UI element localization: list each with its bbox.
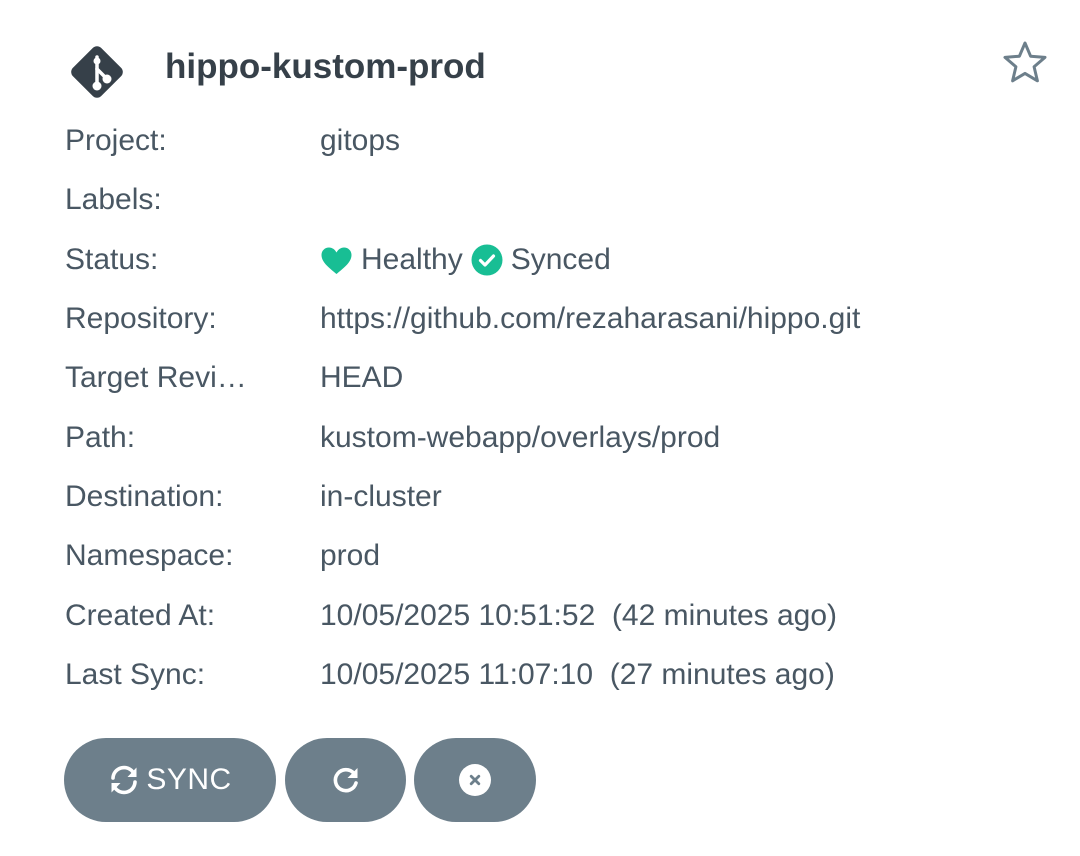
target-revision-label: Target Revi… [65,361,247,394]
refresh-button[interactable] [285,738,406,822]
repository-label: Repository: [65,302,217,335]
created-at-label: Created At: [65,599,216,632]
health-status-text: Healthy [361,243,463,276]
project-value: gitops [320,124,401,157]
namespace-label: Namespace: [65,539,234,572]
path-value: kustom-webapp/overlays/prod [320,421,721,454]
namespace-value: prod [320,539,381,572]
created-at-row: Created At: 10/05/2025 10:51:52 (42 minu… [65,596,1045,636]
last-sync-value: 10/05/2025 11:07:10 (27 minutes ago) [320,658,835,691]
created-at-value: 10/05/2025 10:51:52 (42 minutes ago) [320,599,838,632]
status-value: Healthy Synced [320,240,619,280]
last-sync-label: Last Sync: [65,658,206,691]
sync-button-label: SYNC [146,763,232,796]
repository-row: Repository: https://github.com/rezaharas… [65,299,1045,339]
path-label: Path: [65,421,136,454]
status-row: Status: Healthy Synced [65,240,1045,280]
refresh-icon [333,767,358,793]
check-circle-icon [471,244,503,276]
destination-label: Destination: [65,480,224,513]
target-revision-value: HEAD [320,361,404,394]
application-card[interactable]: hippo-kustom-prod Project: gitops Labels… [0,0,1080,856]
sync-icon [111,765,138,795]
path-row: Path: kustom-webapp/overlays/prod [65,418,1045,458]
labels-label: Labels: [65,183,162,216]
star-outline-icon[interactable] [1002,40,1048,84]
namespace-row: Namespace: prod [65,536,1045,576]
sync-button[interactable]: SYNC [64,738,276,822]
git-icon [71,46,123,98]
labels-row: Labels: [65,180,1045,220]
app-name[interactable]: hippo-kustom-prod [165,44,486,90]
project-label: Project: [65,124,167,157]
repository-value: https://github.com/rezaharasani/hippo.gi… [320,302,861,335]
destination-value: in-cluster [320,480,442,513]
status-label: Status: [65,243,159,276]
target-revision-row: Target Revi… HEAD [65,358,1045,398]
heart-icon [321,247,352,274]
last-sync-row: Last Sync: 10/05/2025 11:07:10 (27 minut… [65,655,1045,695]
close-circle-icon [459,764,491,796]
sync-status-text: Synced [510,243,611,276]
project-row: Project: gitops [65,121,1045,161]
delete-button[interactable] [414,738,536,822]
destination-row: Destination: in-cluster [65,477,1045,517]
